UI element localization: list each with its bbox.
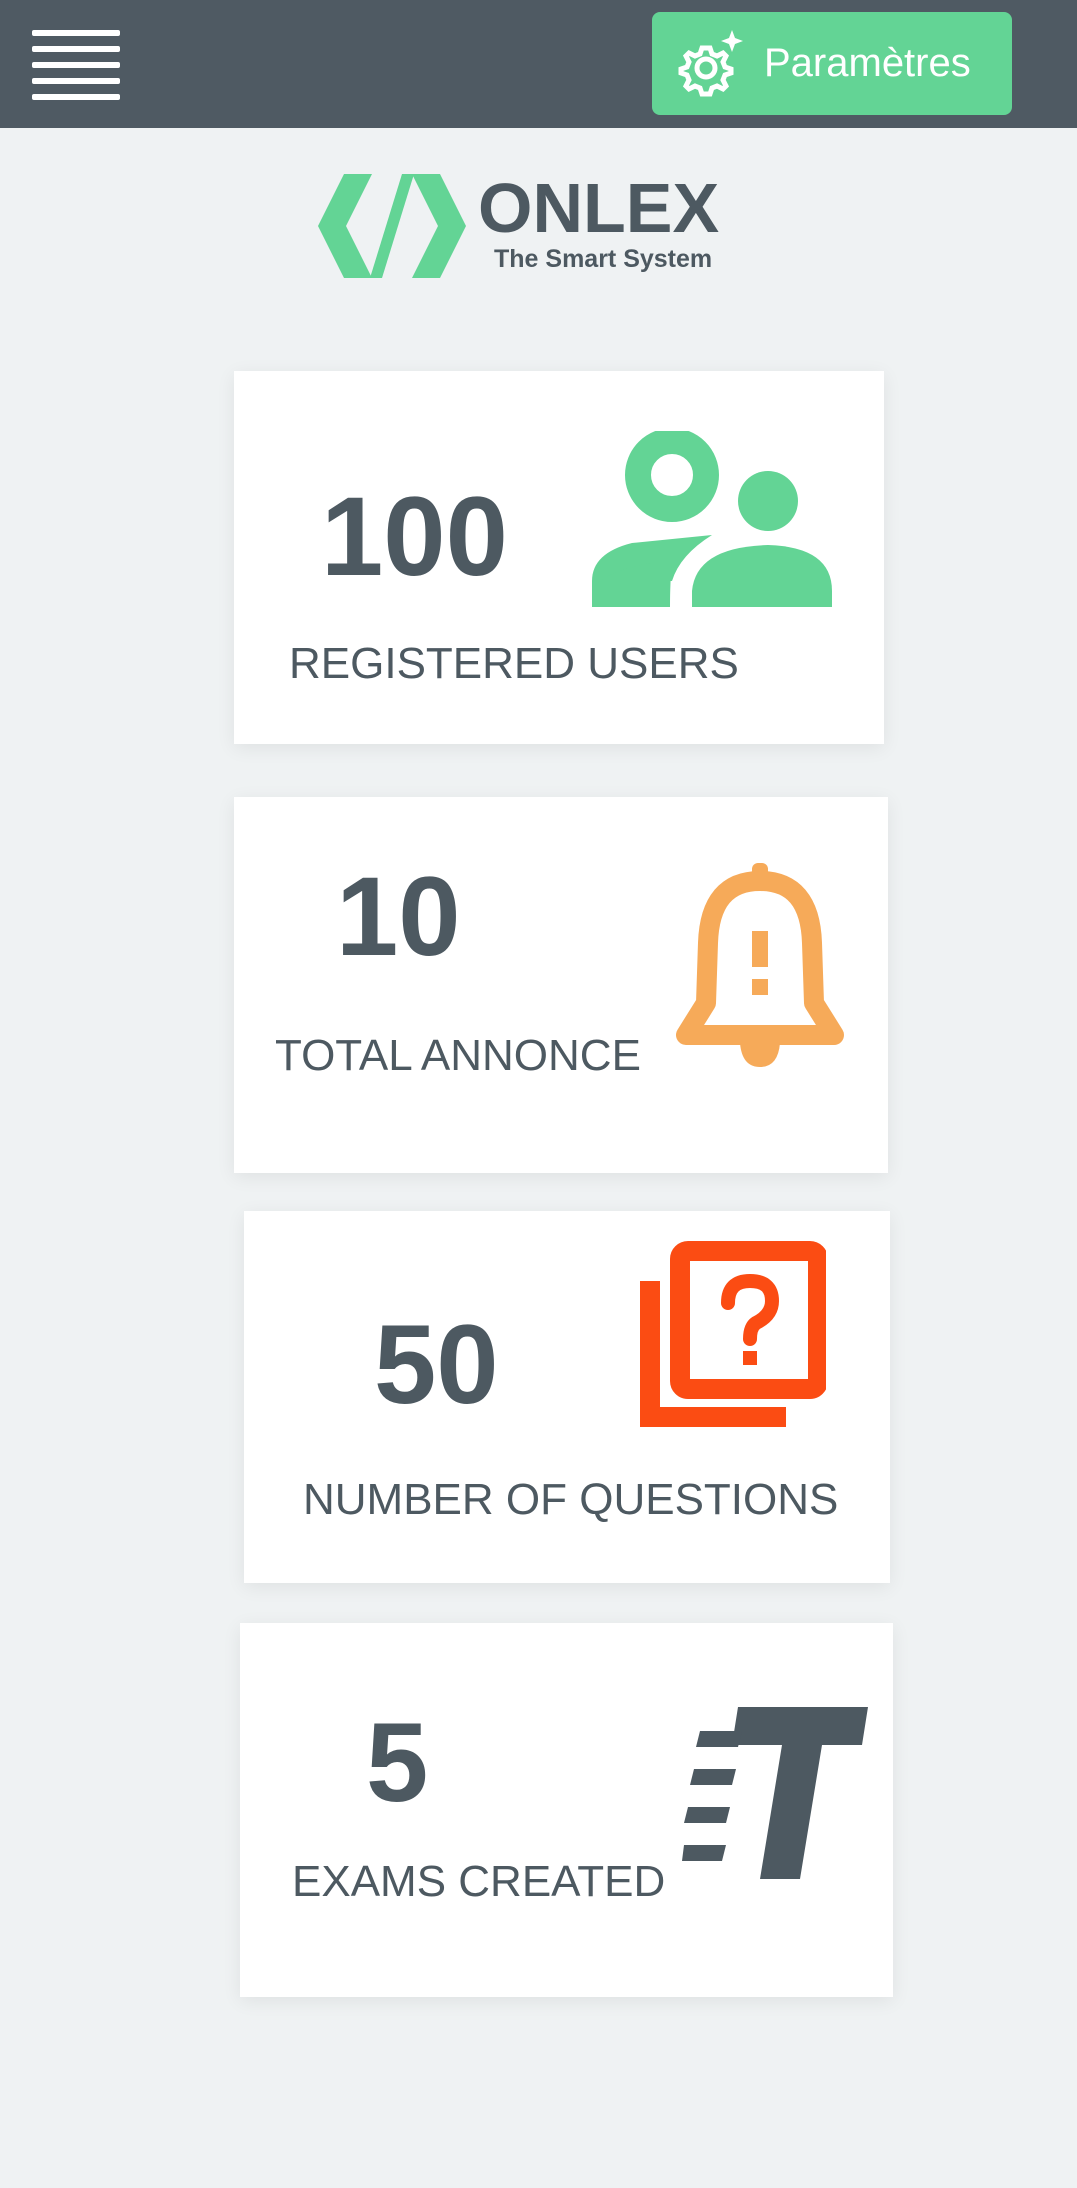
logo-name: ONLEX [478, 169, 720, 247]
stat-label: NUMBER OF QUESTIONS [303, 1475, 839, 1524]
code-brackets-icon [318, 174, 466, 278]
stat-value: 5 [366, 1700, 429, 1825]
hamburger-menu-icon[interactable] [32, 30, 120, 100]
stat-card-registered-users[interactable]: 100 REGISTERED USERS [234, 371, 884, 744]
stat-card-exams-created[interactable]: 5 EXAMS CREATED [240, 1623, 893, 1997]
stat-label: TOTAL ANNONCE [275, 1031, 641, 1080]
stat-value: 100 [321, 474, 508, 599]
top-bar: Paramètres [0, 0, 1077, 128]
bell-alert-icon [676, 863, 844, 1067]
users-icon [592, 431, 832, 607]
stat-label: REGISTERED USERS [289, 639, 739, 688]
settings-button[interactable]: Paramètres [652, 12, 1012, 115]
gear-sparkle-icon [678, 30, 743, 97]
stat-label: EXAMS CREATED [292, 1857, 666, 1906]
text-type-icon [682, 1707, 868, 1879]
stat-value: 10 [336, 854, 461, 979]
logo-tagline: The Smart System [494, 245, 713, 273]
stat-card-number-of-questions[interactable]: 50 NUMBER OF QUESTIONS [244, 1211, 890, 1583]
question-stack-icon [640, 1241, 826, 1427]
stat-value: 50 [374, 1302, 499, 1427]
settings-label: Paramètres [764, 41, 971, 85]
stat-card-total-annonce[interactable]: 10 TOTAL ANNONCE [234, 797, 888, 1173]
